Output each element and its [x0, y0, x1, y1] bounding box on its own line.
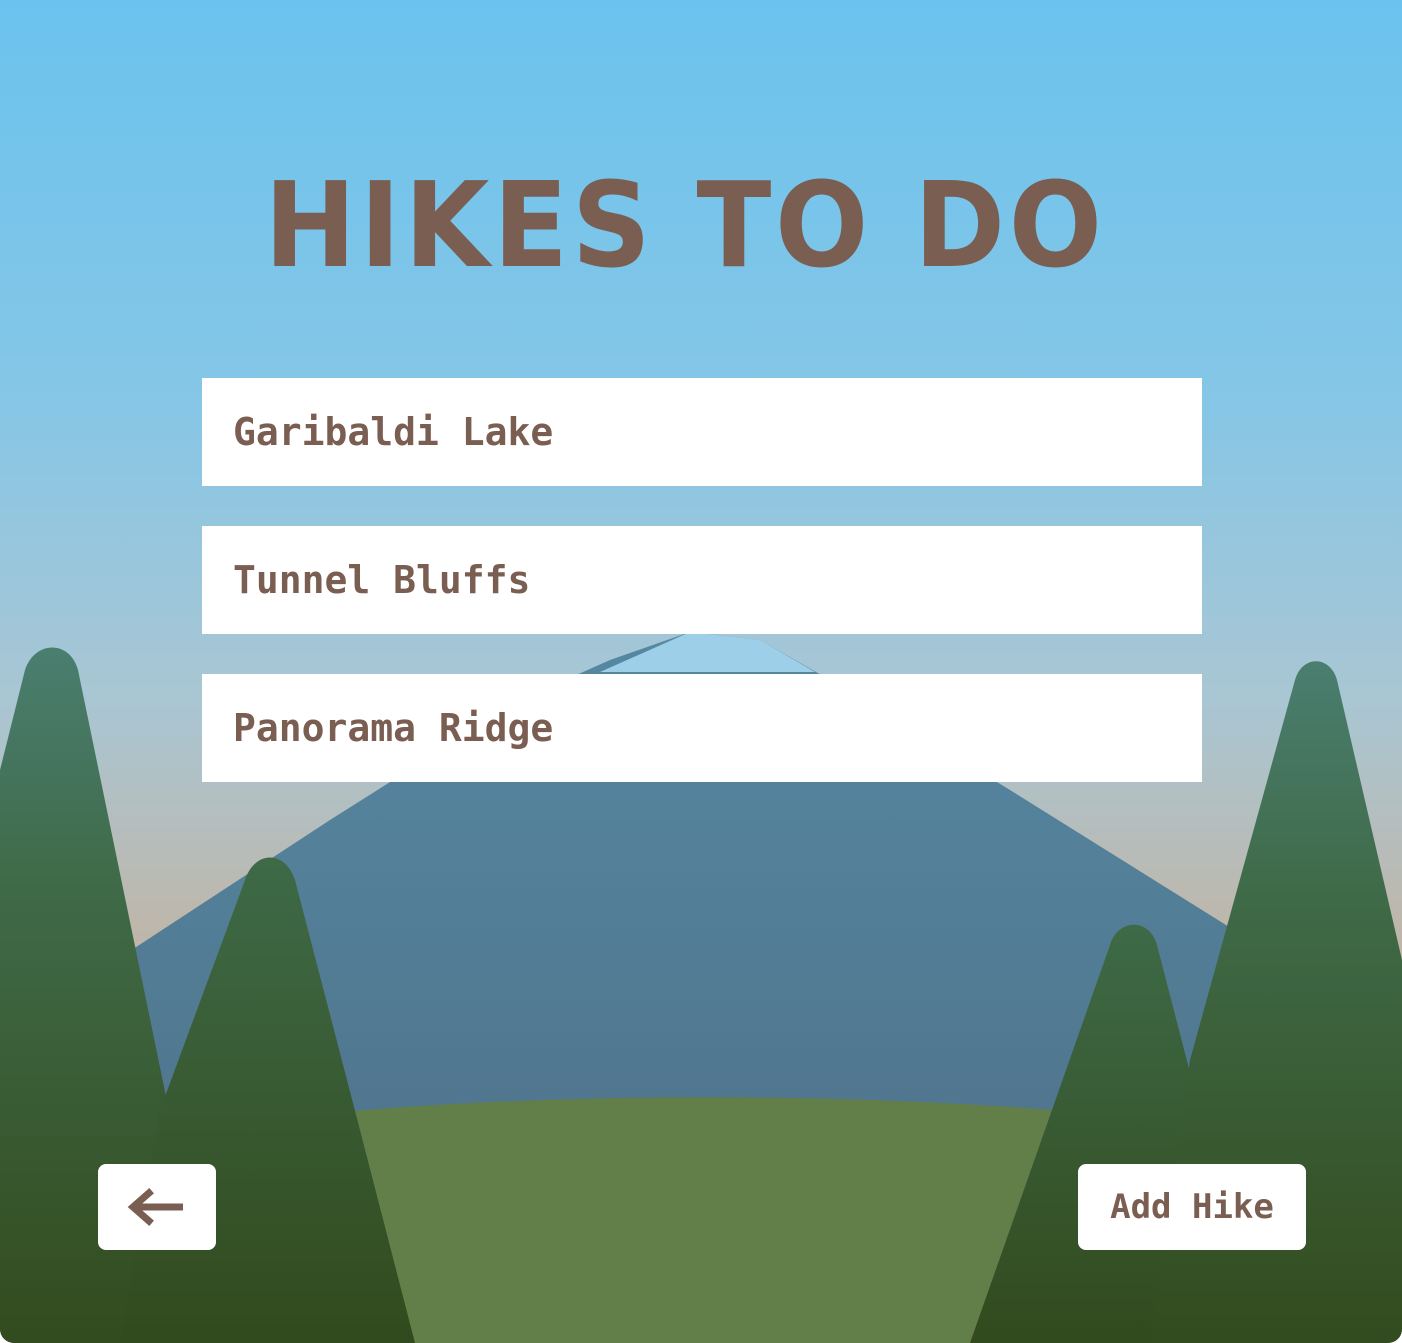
add-hike-button[interactable]: Add Hike	[1078, 1164, 1306, 1250]
hike-name: Panorama Ridge	[233, 706, 554, 750]
app-window: HIKES TO DO Garibaldi Lake Tunnel Bluffs…	[0, 0, 1402, 1343]
hike-item[interactable]: Panorama Ridge	[202, 674, 1202, 782]
left-arrow-icon	[127, 1188, 183, 1226]
hike-item[interactable]: Tunnel Bluffs	[202, 526, 1202, 634]
page-title: HIKES TO DO	[264, 156, 1106, 294]
back-button[interactable]	[98, 1164, 216, 1250]
hike-name: Tunnel Bluffs	[233, 558, 531, 602]
hike-list: Garibaldi Lake Tunnel Bluffs Panorama Ri…	[202, 378, 1202, 822]
hike-name: Garibaldi Lake	[233, 410, 554, 454]
hike-item[interactable]: Garibaldi Lake	[202, 378, 1202, 486]
